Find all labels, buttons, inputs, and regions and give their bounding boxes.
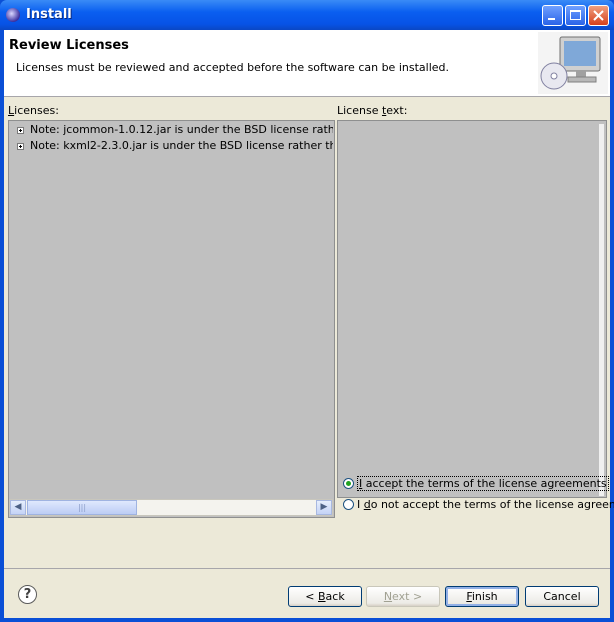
back-button-mnemonic: B: [318, 590, 326, 603]
install-banner-icon: [538, 32, 608, 94]
tree-item-label: Note: kxml2-2.3.0.jar is under the BSD l…: [30, 139, 333, 152]
eclipse-icon: [6, 8, 20, 22]
page-description: Licenses must be reviewed and accepted b…: [16, 61, 449, 74]
minimize-button[interactable]: [542, 5, 563, 26]
finish-button-rest: inish: [471, 590, 498, 603]
tree-item[interactable]: Note: jcommon-1.0.12.jar is under the BS…: [17, 123, 333, 139]
license-text-label: License text:: [337, 104, 407, 117]
license-text-area[interactable]: [337, 120, 607, 498]
back-button[interactable]: < Back: [288, 586, 362, 607]
license-text-scrollbar[interactable]: [599, 124, 604, 496]
close-button[interactable]: [588, 5, 609, 26]
install-dialog: Install Review Licenses Licenses must be…: [0, 0, 614, 622]
expand-icon[interactable]: [17, 142, 24, 150]
tree-item[interactable]: Note: kxml2-2.3.0.jar is under the BSD l…: [17, 139, 333, 155]
accept-radio-label: I accept the terms of the license agreem…: [357, 476, 609, 491]
license-text-label-rest: ext:: [386, 104, 408, 117]
decline-radio-text: o not accept the terms of the license ag…: [370, 498, 614, 511]
help-button[interactable]: ?: [18, 585, 37, 604]
tree-item-label: Note: jcommon-1.0.12.jar is under the BS…: [30, 123, 333, 136]
cancel-button[interactable]: Cancel: [525, 586, 599, 607]
maximize-icon: [570, 10, 581, 20]
licenses-label: Licenses:: [8, 104, 59, 117]
accept-radio[interactable]: I accept the terms of the license agreem…: [343, 476, 609, 493]
licenses-label-text: icenses:: [14, 104, 59, 117]
decline-radio[interactable]: I do not accept the terms of the license…: [343, 498, 614, 514]
back-button-rest: ack: [325, 590, 345, 603]
page-title: Review Licenses: [9, 38, 129, 53]
next-button[interactable]: Next >: [366, 586, 440, 607]
back-button-prefix: <: [305, 590, 318, 603]
decline-radio-prefix: I: [357, 498, 364, 511]
radio-selected-icon[interactable]: [343, 478, 354, 489]
dialog-body: Review Licenses Licenses must be reviewe…: [4, 30, 614, 618]
scroll-left-button[interactable]: ◀: [10, 500, 26, 515]
next-button-rest: ext >: [392, 590, 423, 603]
license-text-label-prefix: License: [337, 104, 382, 117]
minimize-icon: [548, 18, 555, 20]
wizard-header: Review Licenses Licenses must be reviewe…: [4, 30, 610, 97]
accept-radio-text: accept the terms of the license agreemen…: [362, 477, 607, 490]
finish-button[interactable]: Finish: [445, 586, 519, 607]
close-icon: [593, 10, 604, 21]
window-title: Install: [26, 7, 72, 22]
expand-icon[interactable]: [17, 126, 24, 134]
licenses-horizontal-scrollbar[interactable]: ◀ ||| ▶: [9, 499, 333, 516]
radio-unselected-icon[interactable]: [343, 499, 354, 510]
button-bar-separator: [4, 568, 610, 569]
licenses-tree[interactable]: Note: jcommon-1.0.12.jar is under the BS…: [8, 120, 335, 518]
maximize-button[interactable]: [565, 5, 586, 26]
next-button-mnemonic: N: [383, 590, 393, 603]
decline-radio-label: I do not accept the terms of the license…: [357, 498, 614, 511]
scrollbar-thumb[interactable]: |||: [27, 500, 137, 515]
decline-radio-mnemonic: d: [363, 498, 371, 511]
scroll-right-button[interactable]: ▶: [316, 500, 332, 515]
title-bar[interactable]: Install: [0, 0, 614, 30]
